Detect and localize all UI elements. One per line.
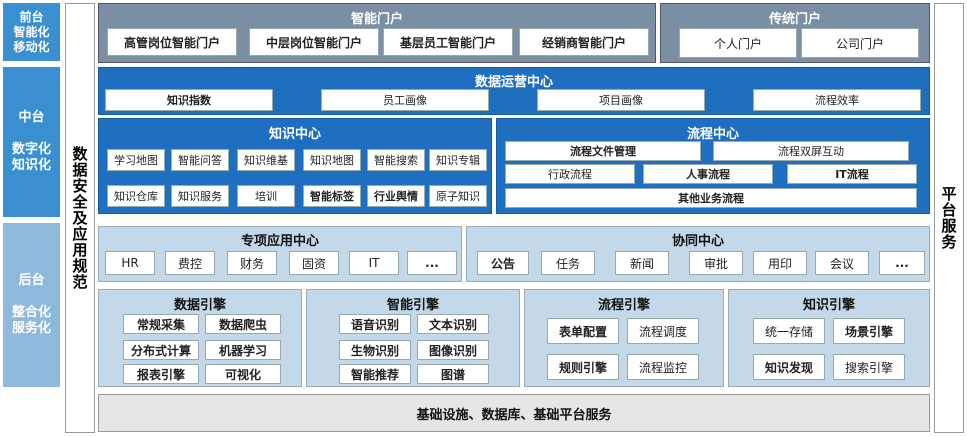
back-tier: 后台 整合化 服务化 xyxy=(3,223,60,387)
knowledge-item[interactable]: 知识地图 xyxy=(303,149,361,171)
special-app-panel: 专项应用中心 HR 费控 财务 固资 IT ... xyxy=(98,226,462,282)
data-engine-item[interactable]: 常规采集 xyxy=(123,314,199,334)
knowledge-item[interactable]: 智能问答 xyxy=(171,149,229,171)
smart-portal-title: 智能门户 xyxy=(350,12,403,27)
security-label: 数据安全及应用规范 xyxy=(70,146,89,290)
collab-item[interactable]: ... xyxy=(879,251,925,275)
knowledge-center-panel: 知识中心 学习地图 智能问答 知识维基 知识地图 智能搜索 知识专辑 知识仓库 … xyxy=(98,118,492,214)
middle-tier-label: 中台 数字化 知识化 xyxy=(11,109,51,174)
flow-engine-item[interactable]: 表单配置 xyxy=(547,318,619,344)
traditional-portal-item[interactable]: 公司门户 xyxy=(801,28,919,58)
smart-portal-panel: 智能门户 高管岗位智能门户 中层岗位智能门户 基层员工智能门户 经销商智能门户 xyxy=(98,3,656,63)
knowledge-item[interactable]: 知识专辑 xyxy=(429,149,487,171)
process-center-title: 流程中心 xyxy=(686,127,739,142)
knowledge-item[interactable]: 行业舆情 xyxy=(367,185,425,207)
collab-item[interactable]: 公告 xyxy=(477,251,529,275)
data-ops-item[interactable]: 员工画像 xyxy=(321,89,489,111)
data-ops-item[interactable]: 流程效率 xyxy=(753,89,921,111)
data-engine-panel: 数据引擎 常规采集 数据爬虫 分布式计算 机器学习 报表引擎 可视化 xyxy=(98,289,302,387)
traditional-portal-title: 传统门户 xyxy=(768,12,821,27)
collab-item[interactable]: 用印 xyxy=(753,251,807,275)
data-ops-title: 数据运营中心 xyxy=(474,75,553,90)
knowledge-item[interactable]: 知识仓库 xyxy=(107,185,165,207)
ai-engine-panel: 智能引擎 语音识别 文本识别 生物识别 图像识别 智能推荐 图谱 xyxy=(306,289,520,387)
collab-title: 协同中心 xyxy=(671,234,724,249)
knowledge-item[interactable]: 培训 xyxy=(237,185,295,207)
data-engine-item[interactable]: 报表引擎 xyxy=(123,364,199,384)
knowledge-center-title: 知识中心 xyxy=(268,127,321,142)
infrastructure-bar: 基础设施、数据库、基础平台服务 xyxy=(98,394,930,432)
flow-engine-item[interactable]: 规则引擎 xyxy=(547,354,619,380)
collab-item[interactable]: 新闻 xyxy=(615,251,669,275)
ai-engine-item[interactable]: 生物识别 xyxy=(339,340,411,360)
process-item[interactable]: 行政流程 xyxy=(505,164,635,184)
flow-engine-item[interactable]: 流程监控 xyxy=(627,354,699,380)
back-tier-label: 后台 整合化 服务化 xyxy=(11,272,51,337)
data-ops-panel: 数据运营中心 知识指数 员工画像 项目画像 流程效率 xyxy=(98,67,930,115)
knowledge-engine-item[interactable]: 知识发现 xyxy=(753,354,825,380)
ai-engine-item[interactable]: 图像识别 xyxy=(417,340,489,360)
data-ops-item[interactable]: 项目画像 xyxy=(537,89,705,111)
process-item[interactable]: 流程双屏互动 xyxy=(713,141,909,161)
smart-portal-item[interactable]: 中层岗位智能门户 xyxy=(249,28,379,56)
knowledge-item[interactable]: 知识服务 xyxy=(171,185,229,207)
process-center-panel: 流程中心 流程文件管理 流程双屏互动 行政流程 人事流程 IT流程 其他业务流程 xyxy=(496,118,930,214)
ai-engine-item[interactable]: 智能推荐 xyxy=(339,364,411,384)
special-app-item[interactable]: HR xyxy=(105,251,155,275)
platform-label: 平台服务 xyxy=(939,186,958,250)
process-item[interactable]: 流程文件管理 xyxy=(505,141,701,161)
data-ops-item[interactable]: 知识指数 xyxy=(105,89,273,111)
data-engine-item[interactable]: 可视化 xyxy=(205,364,281,384)
special-app-item[interactable]: 费控 xyxy=(165,251,215,275)
knowledge-item[interactable]: 学习地图 xyxy=(107,149,165,171)
knowledge-engine-panel: 知识引擎 统一存储 场景引擎 知识发现 搜索引擎 xyxy=(728,289,930,387)
data-engine-item[interactable]: 机器学习 xyxy=(205,340,281,360)
ai-engine-title: 智能引擎 xyxy=(386,298,439,313)
knowledge-engine-title: 知识引擎 xyxy=(802,298,855,313)
process-item[interactable]: IT流程 xyxy=(787,164,917,184)
knowledge-item[interactable]: 智能标签 xyxy=(303,185,361,207)
security-column: 数据安全及应用规范 xyxy=(65,3,95,433)
special-app-item[interactable]: IT xyxy=(349,251,399,275)
special-app-item[interactable]: 固资 xyxy=(289,251,339,275)
smart-portal-item[interactable]: 基层员工智能门户 xyxy=(383,28,513,56)
process-item[interactable]: 其他业务流程 xyxy=(505,188,917,208)
knowledge-engine-item[interactable]: 搜索引擎 xyxy=(833,354,905,380)
ai-engine-item[interactable]: 图谱 xyxy=(417,364,489,384)
special-app-item[interactable]: ... xyxy=(407,251,457,275)
smart-portal-item[interactable]: 经销商智能门户 xyxy=(519,28,649,56)
knowledge-engine-item[interactable]: 统一存储 xyxy=(753,318,825,344)
flow-engine-title: 流程引擎 xyxy=(597,298,650,313)
traditional-portal-panel: 传统门户 个人门户 公司门户 xyxy=(660,3,930,63)
collab-panel: 协同中心 公告 任务 新闻 审批 用印 会议 ... xyxy=(466,226,930,282)
knowledge-item[interactable]: 知识维基 xyxy=(237,149,295,171)
data-engine-title: 数据引擎 xyxy=(173,298,226,313)
knowledge-item[interactable]: 智能搜索 xyxy=(367,149,425,171)
smart-portal-item[interactable]: 高管岗位智能门户 xyxy=(107,28,237,56)
front-tier-label: 前台 智能化 移动化 xyxy=(13,9,50,54)
flow-engine-item[interactable]: 流程调度 xyxy=(627,318,699,344)
platform-column: 平台服务 xyxy=(934,3,964,433)
process-item[interactable]: 人事流程 xyxy=(643,164,773,184)
ai-engine-item[interactable]: 语音识别 xyxy=(339,314,411,334)
middle-tier: 中台 数字化 知识化 xyxy=(3,67,60,217)
knowledge-engine-item[interactable]: 场景引擎 xyxy=(833,318,905,344)
traditional-portal-item[interactable]: 个人门户 xyxy=(679,28,797,58)
front-tier: 前台 智能化 移动化 xyxy=(3,3,60,61)
collab-item[interactable]: 会议 xyxy=(815,251,869,275)
data-engine-item[interactable]: 分布式计算 xyxy=(123,340,199,360)
special-app-item[interactable]: 财务 xyxy=(227,251,277,275)
ai-engine-item[interactable]: 文本识别 xyxy=(417,314,489,334)
data-engine-item[interactable]: 数据爬虫 xyxy=(205,314,281,334)
collab-item[interactable]: 审批 xyxy=(689,251,743,275)
collab-item[interactable]: 任务 xyxy=(541,251,595,275)
infrastructure-label: 基础设施、数据库、基础平台服务 xyxy=(416,407,612,423)
flow-engine-panel: 流程引擎 表单配置 流程调度 规则引擎 流程监控 xyxy=(524,289,724,387)
knowledge-item[interactable]: 原子知识 xyxy=(429,185,487,207)
special-app-title: 专项应用中心 xyxy=(240,234,319,249)
